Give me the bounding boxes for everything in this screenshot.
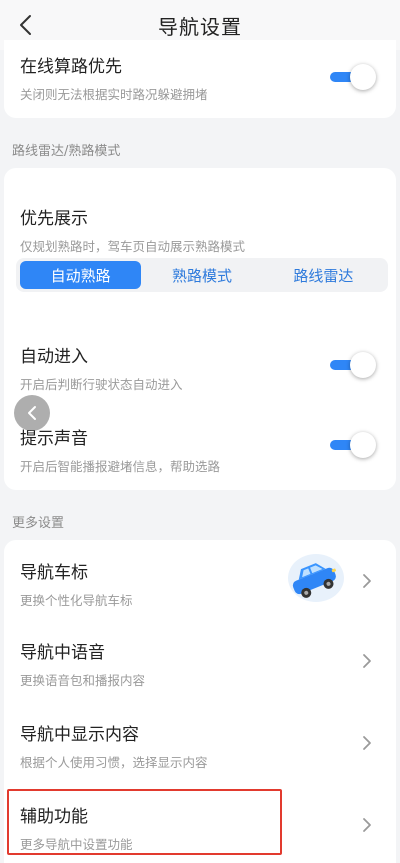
auto-enter-title: 自动进入 bbox=[20, 347, 88, 367]
list-item-title: 导航中语音 bbox=[20, 643, 105, 663]
list-item-title: 导航车标 bbox=[20, 563, 88, 583]
chevron-left-icon bbox=[28, 406, 36, 420]
chevron-right-icon bbox=[360, 572, 374, 590]
chevron-left-icon bbox=[20, 15, 31, 35]
auto-enter-subtitle: 开启后判断行驶状态自动进入 bbox=[20, 377, 183, 392]
toggle-knob bbox=[350, 432, 376, 458]
chevron-right-icon bbox=[360, 652, 374, 670]
priority-segmented-control: 自动熟路 熟路模式 路线雷达 bbox=[16, 258, 388, 292]
highlight-box bbox=[7, 789, 282, 855]
online-route-toggle[interactable] bbox=[328, 62, 376, 92]
chevron-right-icon bbox=[360, 816, 374, 834]
list-item-subtitle: 根据个人使用习惯，选择显示内容 bbox=[20, 755, 208, 770]
priority-subtitle: 仅规划熟路时，驾车页自动展示熟路模式 bbox=[20, 239, 246, 254]
segment-route-radar[interactable]: 路线雷达 bbox=[263, 261, 384, 289]
online-route-subtitle: 关闭则无法根据实时路况躲避拥堵 bbox=[20, 87, 208, 102]
toggle-knob bbox=[350, 64, 376, 90]
back-button[interactable] bbox=[10, 10, 40, 40]
section-label-radar: 路线雷达/熟路模式 bbox=[12, 144, 121, 159]
car-icon bbox=[282, 552, 346, 604]
chevron-right-icon bbox=[360, 734, 374, 752]
list-item-display-content[interactable]: 导航中显示内容 根据个人使用习惯，选择显示内容 bbox=[4, 702, 396, 784]
sound-toggle[interactable] bbox=[328, 430, 376, 460]
auto-enter-toggle[interactable] bbox=[328, 350, 376, 380]
list-item-subtitle: 更换个性化导航车标 bbox=[20, 593, 133, 608]
page-title: 导航设置 bbox=[158, 14, 242, 39]
radar-card: 优先展示 仅规划熟路时，驾车页自动展示熟路模式 自动熟路 熟路模式 路线雷达 自… bbox=[4, 168, 396, 490]
list-item-title: 导航中显示内容 bbox=[20, 725, 139, 745]
list-item-voice-setting[interactable]: 导航中语音 更换语音包和播报内容 bbox=[4, 620, 396, 702]
floating-back-button[interactable] bbox=[14, 395, 50, 431]
priority-title: 优先展示 bbox=[20, 209, 88, 229]
list-item-subtitle: 更换语音包和播报内容 bbox=[20, 673, 146, 688]
section-label-more: 更多设置 bbox=[12, 516, 65, 531]
toggle-knob bbox=[350, 352, 376, 378]
segment-auto-familiar[interactable]: 自动熟路 bbox=[20, 261, 142, 289]
online-route-card: 在线算路优先 关闭则无法根据实时路况躲避拥堵 bbox=[4, 40, 396, 118]
online-route-title: 在线算路优先 bbox=[20, 57, 122, 77]
sound-subtitle: 开启后智能播报避堵信息，帮助选路 bbox=[20, 459, 221, 474]
segment-familiar-mode[interactable]: 熟路模式 bbox=[141, 261, 262, 289]
